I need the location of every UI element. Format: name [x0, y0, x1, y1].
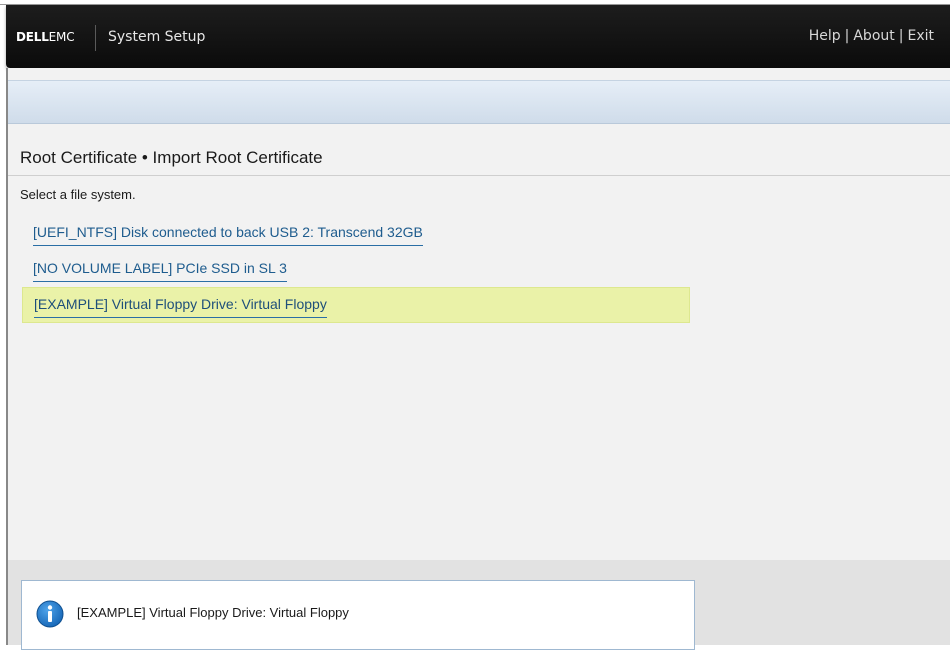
info-icon: [36, 600, 64, 628]
about-link[interactable]: About: [853, 28, 894, 44]
header-divider: [95, 25, 96, 51]
exit-link[interactable]: Exit: [907, 28, 934, 44]
app-title: System Setup: [108, 29, 206, 45]
link-separator: |: [844, 28, 850, 44]
header-links: Help | About | Exit: [809, 28, 934, 44]
dell-emc-logo: DELLEMC: [16, 30, 75, 44]
breadcrumb-bar: [8, 80, 950, 124]
instructions-text: Select a file system.: [20, 187, 136, 202]
page-title: Root Certificate • Import Root Certifica…: [20, 148, 323, 167]
help-panel: [EXAMPLE] Virtual Floppy Drive: Virtual …: [6, 560, 950, 650]
main-content: Root Certificate • Import Root Certifica…: [6, 68, 950, 560]
file-system-label[interactable]: [NO VOLUME LABEL] PCIe SSD in SL 3: [33, 260, 287, 282]
link-separator: |: [898, 28, 904, 44]
file-system-item-pcie-ssd[interactable]: [NO VOLUME LABEL] PCIe SSD in SL 3: [22, 252, 690, 288]
help-link[interactable]: Help: [809, 28, 841, 44]
header-bar: DELLEMC System Setup Help | About | Exit: [6, 5, 950, 68]
help-box: [EXAMPLE] Virtual Floppy Drive: Virtual …: [21, 580, 695, 650]
help-text: [EXAMPLE] Virtual Floppy Drive: Virtual …: [77, 605, 349, 620]
file-system-label[interactable]: [UEFI_NTFS] Disk connected to back USB 2…: [33, 224, 423, 246]
title-divider: [8, 175, 950, 176]
file-system-label[interactable]: [EXAMPLE] Virtual Floppy Drive: Virtual …: [34, 296, 327, 318]
file-system-item-uefi-ntfs[interactable]: [UEFI_NTFS] Disk connected to back USB 2…: [22, 216, 690, 252]
file-system-item-virtual-floppy[interactable]: [EXAMPLE] Virtual Floppy Drive: Virtual …: [22, 287, 690, 323]
